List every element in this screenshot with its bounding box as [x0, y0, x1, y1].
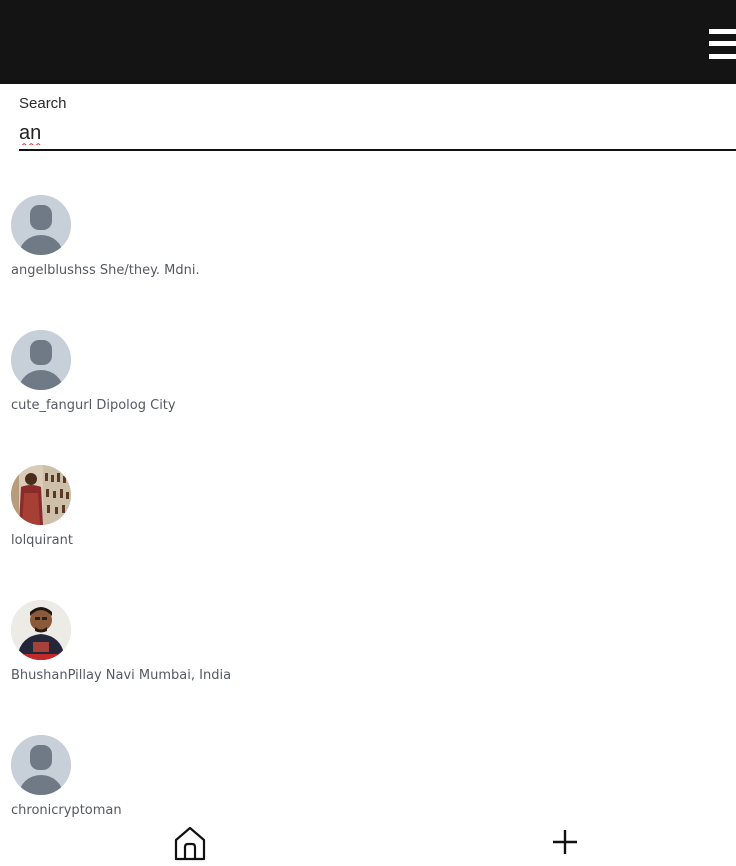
- search-input[interactable]: [19, 117, 736, 151]
- photo-avatar-icon[interactable]: [11, 600, 71, 660]
- default-avatar-icon[interactable]: [11, 195, 71, 255]
- result-label[interactable]: lolquirant: [11, 533, 73, 548]
- bottom-nav: [0, 820, 736, 863]
- default-avatar-icon[interactable]: [11, 330, 71, 390]
- list-item[interactable]: cute_fangurl Dipolog City: [11, 330, 711, 430]
- plus-icon[interactable]: [551, 828, 579, 856]
- result-label[interactable]: BhushanPillay Navi Mumbai, India: [11, 668, 231, 683]
- home-icon[interactable]: [173, 825, 207, 861]
- result-label[interactable]: angelblushss She/they. Mdni.: [11, 263, 200, 278]
- list-item[interactable]: angelblushss She/they. Mdni.: [11, 195, 711, 295]
- photo-avatar-icon[interactable]: [11, 465, 71, 525]
- hamburger-menu-icon[interactable]: [709, 29, 736, 61]
- list-item[interactable]: lolquirant: [11, 465, 711, 565]
- result-label[interactable]: cute_fangurl Dipolog City: [11, 398, 176, 413]
- default-avatar-icon[interactable]: [11, 735, 71, 795]
- list-item[interactable]: BhushanPillay Navi Mumbai, India: [11, 600, 711, 700]
- search-label: Search: [19, 95, 67, 112]
- result-label[interactable]: chronicryptoman: [11, 803, 122, 818]
- top-bar: [0, 0, 736, 84]
